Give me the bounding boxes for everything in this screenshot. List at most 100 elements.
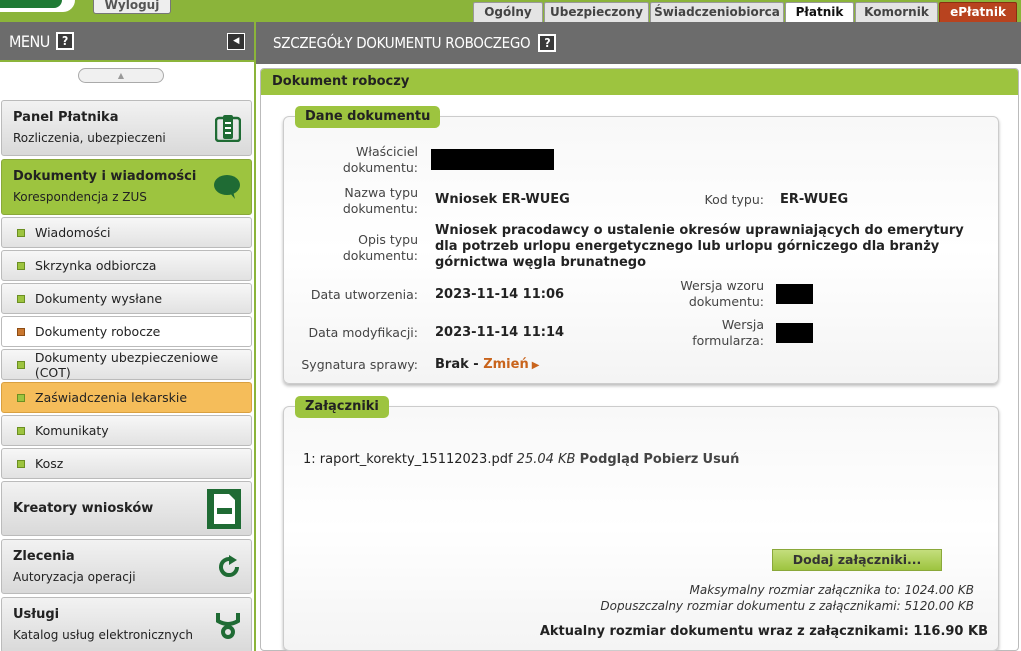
logout-button[interactable]: Wyloguj: [93, 0, 171, 14]
attachment-delete-link[interactable]: Usuń: [703, 452, 740, 467]
sidebar-item-kosz[interactable]: Kosz: [1, 448, 252, 479]
sidebar-item-komunikaty[interactable]: Komunikaty: [1, 415, 252, 446]
type-desc-label: Opis typu dokumentu:: [342, 232, 418, 263]
attachment-row: 1: raport_korekty_15112023.pdf 25.04 KB …: [303, 452, 739, 467]
menu-header: MENU ? ◀: [0, 22, 254, 62]
page-help-icon[interactable]: ?: [538, 34, 557, 52]
wallet-icon: [215, 115, 241, 142]
page-title: SZCZEGÓŁY DOKUMENTU ROBOCZEGO: [273, 34, 531, 52]
panel-zlecenia-subtitle: Autoryzacja operacji: [13, 570, 136, 584]
page-header: SZCZEGÓŁY DOKUMENTU ROBOCZEGO ?: [256, 22, 1021, 64]
sidebar: MENU ? ◀ ▲ Panel Płatnika Rozliczenia, u…: [0, 22, 254, 651]
panel-kreatory[interactable]: Kreatory wniosków: [1, 481, 252, 536]
panel-kreatory-title: Kreatory wniosków: [13, 501, 154, 516]
type-name-value: Wniosek ER-WUEG: [435, 192, 570, 207]
owner-redacted: [431, 149, 554, 170]
attachments-legend: Załączniki: [295, 396, 389, 418]
attachment-download-link[interactable]: Pobierz: [643, 452, 698, 467]
attachment-preview-link[interactable]: Podgląd: [580, 452, 640, 467]
sidebar-item-label: Dokumenty robocze: [35, 324, 161, 339]
bullet-icon: [17, 228, 25, 237]
menu-title: MENU: [9, 31, 50, 51]
bullet-icon: [17, 393, 25, 402]
collapse-menu-icon[interactable]: ◀: [227, 33, 245, 50]
owner-label: Właściciel dokumentu:: [342, 144, 418, 175]
bullet-icon: [17, 459, 25, 468]
panel-zlecenia-title: Zlecenia: [13, 549, 75, 564]
type-desc-value: Wniosek pracodawcy o ustalenie okresów u…: [435, 223, 964, 270]
modified-value: 2023-11-14 11:14: [435, 325, 565, 340]
current-document-size: Aktualny rozmiar dokumentu wraz z załącz…: [539, 624, 988, 639]
bullet-icon: [17, 294, 25, 303]
signature-separator: -: [468, 357, 484, 372]
top-bar: Wyloguj Ogólny Ubezpieczony Świadczeniob…: [0, 0, 1021, 22]
main-content: SZCZEGÓŁY DOKUMENTU ROBOCZEGO ? Dokument…: [256, 22, 1021, 651]
sidebar-item-label: Zaświadczenia lekarskie: [35, 390, 188, 405]
panel-zlecenia[interactable]: Zlecenia Autoryzacja operacji: [1, 539, 252, 594]
max-attachment-size: Maksymalny rozmiar załącznika to: 1024.0…: [689, 583, 974, 597]
tab-ubezpieczony[interactable]: Ubezpieczony: [544, 2, 649, 22]
sidebar-item-skrzynka-odbiorcza[interactable]: Skrzynka odbiorcza: [1, 250, 252, 281]
services-icon: [216, 613, 240, 639]
sidebar-item-dokumenty-wyslane[interactable]: Dokumenty wysłane: [1, 283, 252, 314]
panel-dokumenty-subtitle: Korespondencja z ZUS: [13, 190, 147, 204]
sidebar-item-label: Komunikaty: [35, 423, 109, 438]
details-legend: Dane dokumentu: [295, 106, 441, 128]
panel-platnika[interactable]: Panel Płatnika Rozliczenia, ubezpieczeni: [1, 100, 252, 156]
panel-uslugi-title: Usługi: [13, 607, 60, 622]
type-code-label: Kod typu:: [704, 192, 765, 207]
sidebar-item-dokumenty-ubezpieczeniowe[interactable]: Dokumenty ubezpieczeniowe (COT): [1, 349, 252, 380]
sidebar-item-dokumenty-robocze[interactable]: Dokumenty robocze: [1, 316, 252, 347]
refresh-icon: [219, 554, 240, 577]
signature-label: Sygnatura sprawy:: [301, 357, 418, 372]
document-card: Dokument roboczy Dane dokumentu Właścici…: [260, 68, 1019, 651]
attachments-section: Załączniki 1: raport_korekty_15112023.pd…: [283, 396, 999, 651]
role-tabs: Ogólny Ubezpieczony Świadczeniobiorca Pł…: [473, 2, 1018, 22]
attachment-filename: raport_korekty_15112023.pdf: [319, 452, 513, 467]
panel-dokumenty-title: Dokumenty i wiadomości: [13, 169, 197, 184]
sidebar-item-label: Wiadomości: [35, 225, 111, 240]
type-name-label: Nazwa typu dokumentu:: [342, 185, 418, 216]
panel-platnika-subtitle: Rozliczenia, ubezpieczeni: [13, 131, 166, 145]
arrow-right-icon: ▶: [531, 360, 540, 371]
tab-swiadczeniobiorca[interactable]: Świadczeniobiorca: [650, 2, 784, 22]
tab-ogolny[interactable]: Ogólny: [473, 2, 543, 22]
tab-eplatnik[interactable]: ePłatnik: [939, 2, 1017, 22]
tab-komornik[interactable]: Komornik: [855, 2, 938, 22]
sidebar-item-label: Skrzynka odbiorcza: [35, 258, 157, 273]
signature-value: Brak: [435, 357, 469, 372]
menu-help-icon[interactable]: ?: [55, 32, 74, 50]
form-document-icon: [207, 488, 241, 529]
modified-label: Data modyfikacji:: [308, 325, 418, 340]
change-signature-link[interactable]: Zmień: [483, 357, 529, 372]
sidebar-item-label: Dokumenty wysłane: [35, 291, 163, 306]
bullet-icon: [17, 360, 25, 369]
bullet-icon: [17, 426, 25, 435]
bullet-icon: [17, 327, 25, 336]
sidebar-item-wiadomosci[interactable]: Wiadomości: [1, 217, 252, 248]
form-version-label: Wersja formularza:: [692, 317, 764, 348]
speech-bubble-icon: [214, 175, 240, 199]
add-attachments-button[interactable]: Dodaj załączniki...: [772, 549, 942, 571]
template-version-label: Wersja wzoru dokumentu:: [680, 278, 764, 309]
type-code-value: ER-WUEG: [780, 192, 849, 207]
signature-value-row: Brak - Zmień ▶: [435, 357, 539, 374]
scroll-up-button[interactable]: ▲: [78, 68, 164, 83]
details-section: Dane dokumentu Właściciel dokumentu: Naz…: [283, 106, 999, 384]
form-version-redacted: [776, 323, 813, 343]
sidebar-item-zaswiadczenia-lekarskie[interactable]: Zaświadczenia lekarskie: [1, 382, 252, 413]
panel-dokumenty[interactable]: Dokumenty i wiadomości Korespondencja z …: [1, 159, 252, 215]
template-version-redacted: [776, 284, 813, 304]
tab-platnik[interactable]: Płatnik: [785, 2, 854, 22]
attachment-index: 1:: [303, 452, 316, 467]
created-label: Data utworzenia:: [310, 287, 418, 302]
panel-uslugi[interactable]: Usługi Katalog usług elektronicznych: [1, 597, 252, 651]
sidebar-item-label: Kosz: [35, 456, 64, 471]
bullet-icon: [17, 261, 25, 270]
panel-platnika-title: Panel Płatnika: [13, 110, 119, 125]
max-document-size: Dopuszczalny rozmiar dokumentu z załączn…: [600, 599, 974, 613]
zus-logo: [0, 0, 75, 12]
sidebar-item-label: Dokumenty ubezpieczeniowe (COT): [34, 349, 219, 380]
panel-uslugi-subtitle: Katalog usług elektronicznych: [13, 628, 193, 642]
created-value: 2023-11-14 11:06: [435, 287, 565, 302]
